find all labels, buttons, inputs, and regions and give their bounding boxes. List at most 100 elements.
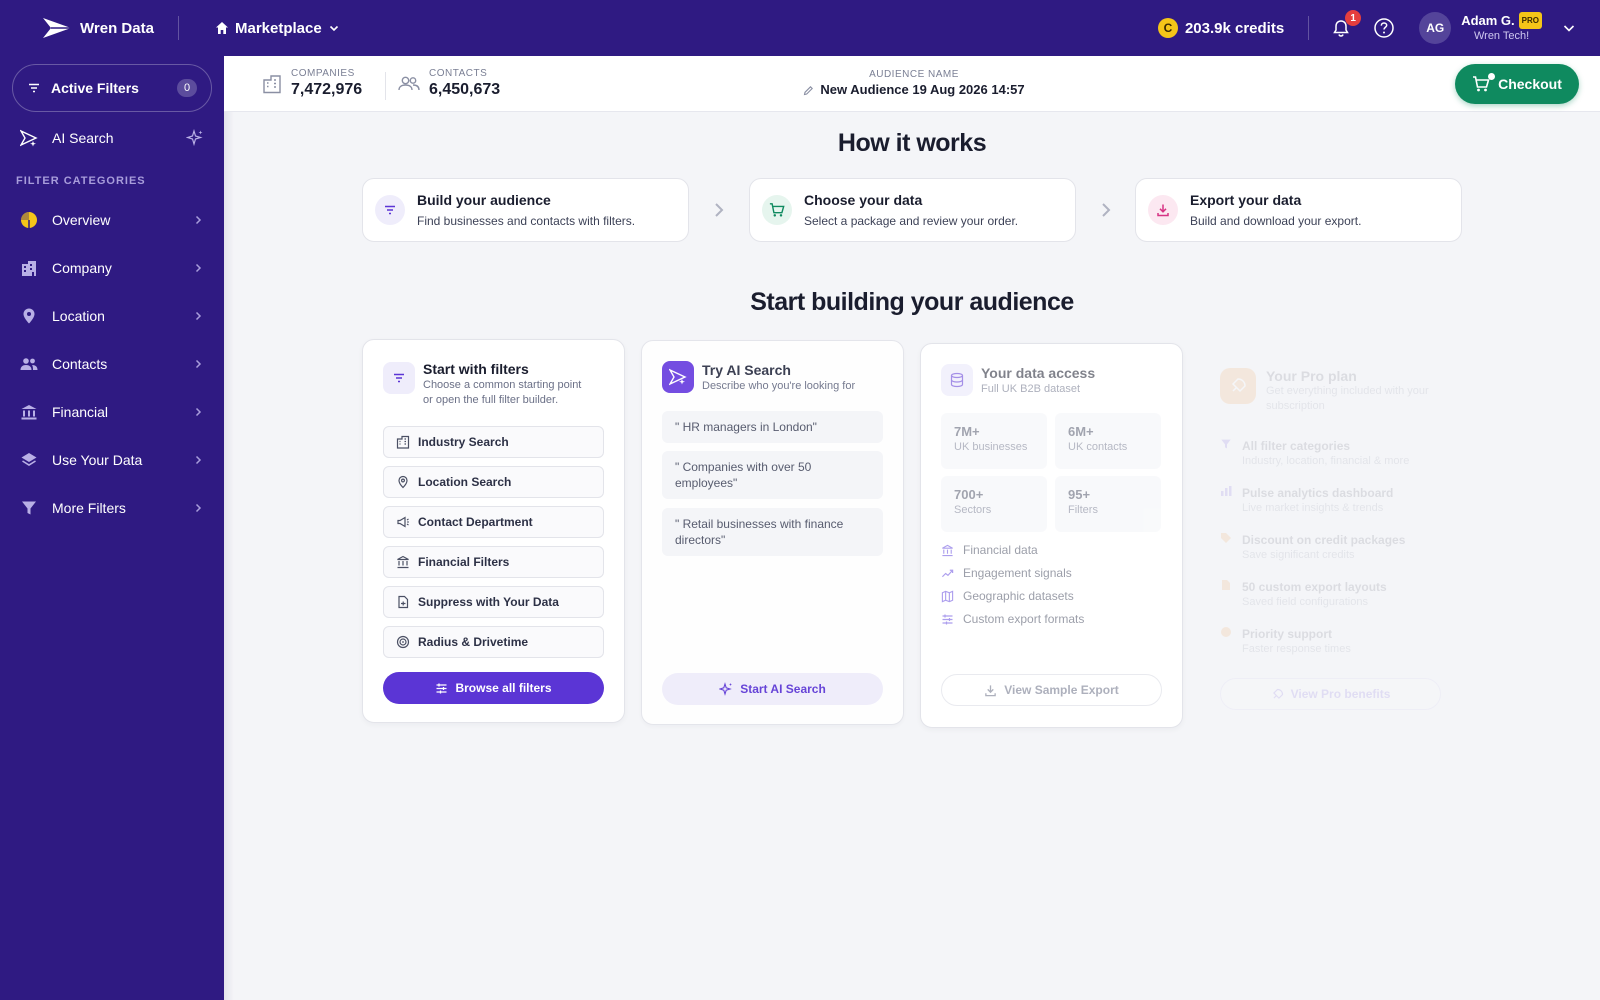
view-pro-benefits-label: View Pro benefits — [1290, 687, 1391, 701]
card-title: Your data access — [981, 365, 1096, 381]
bank-icon — [20, 403, 38, 421]
filter-lines-icon — [383, 362, 415, 394]
option-label: Financial Filters — [418, 555, 510, 569]
brand-name: Wren Data — [80, 19, 154, 37]
start-building-title: Start building your audience — [750, 288, 1074, 316]
tile-label: UK contacts — [1068, 441, 1128, 453]
active-filters-button[interactable]: Active Filters 0 — [12, 64, 212, 112]
card-subtitle: Full UK B2B dataset — [981, 383, 1081, 395]
browse-all-filters-label: Browse all filters — [455, 681, 552, 695]
divider — [178, 16, 179, 40]
start-ai-search-button[interactable]: Start AI Search — [662, 673, 883, 705]
sidebar-item-label: More Filters — [52, 500, 126, 516]
benefit-description: Live market insights & trends — [1242, 502, 1384, 514]
divider — [385, 72, 386, 100]
sidebar: Active Filters 0 AI Search FILTER CATEGO… — [0, 56, 224, 1000]
step-description: Find businesses and contacts with filter… — [417, 213, 636, 228]
benefit-description: Save significant credits — [1242, 549, 1355, 561]
credits-balance[interactable]: C 203.9k credits — [1157, 18, 1284, 38]
audience-header: COMPANIES 7,472,976 CONTACTS 6,450,673 A… — [224, 56, 1600, 112]
headset-icon — [1220, 626, 1232, 657]
browse-all-filters-button[interactable]: Browse all filters — [383, 672, 604, 704]
contacts-count: 6,450,673 — [429, 81, 501, 98]
file-icon — [1220, 579, 1232, 610]
stat-tile: 95+ Filters — [1055, 476, 1161, 532]
tag-icon — [1220, 532, 1232, 563]
industry-search-option[interactable]: Industry Search — [383, 426, 604, 458]
checkout-label: Checkout — [1498, 76, 1562, 92]
step-description: Build and download your export. — [1190, 213, 1362, 228]
sidebar-item-location[interactable]: Location — [0, 292, 224, 340]
filter-lines-icon — [375, 195, 405, 225]
pro-badge: PRO — [1518, 12, 1542, 29]
download-icon — [1148, 195, 1178, 225]
benefit-title: Discount on credit packages — [1242, 533, 1406, 547]
chevron-right-icon — [192, 358, 204, 370]
sidebar-item-overview[interactable]: Overview — [0, 196, 224, 244]
chevron-right-icon — [1098, 201, 1114, 219]
map-pin-icon — [20, 307, 38, 325]
view-sample-export-label: View Sample Export — [1004, 683, 1119, 697]
chevron-right-icon — [192, 454, 204, 466]
layers-icon — [20, 451, 38, 469]
benefit-title: 50 custom export layouts — [1242, 580, 1387, 594]
contact-department-option[interactable]: Contact Department — [383, 506, 604, 538]
option-label: Industry Search — [418, 435, 509, 449]
divider — [1308, 16, 1310, 40]
pro-benefit: Priority support Faster response times — [1220, 626, 1351, 657]
feature-label: Geographic datasets — [963, 589, 1074, 603]
people-icon — [20, 355, 38, 373]
sparkle-icon — [719, 682, 733, 696]
notifications-button[interactable]: 1 — [1331, 10, 1362, 38]
view-pro-benefits-button[interactable]: View Pro benefits — [1220, 678, 1441, 710]
megaphone-icon — [396, 515, 418, 529]
financial-filters-option[interactable]: Financial Filters — [383, 546, 604, 578]
suppress-with-your-data-option[interactable]: Suppress with Your Data — [383, 586, 604, 618]
audience-name-label: AUDIENCE NAME — [869, 69, 959, 80]
sidebar-item-contacts[interactable]: Contacts — [0, 340, 224, 388]
map-icon — [941, 590, 954, 603]
pro-benefit: All filter categories Industry, location,… — [1220, 438, 1409, 469]
active-filters-label: Active Filters — [51, 80, 139, 96]
radius-drivetime-option[interactable]: Radius & Drivetime — [383, 626, 604, 658]
marketplace-menu[interactable]: Marketplace — [215, 20, 340, 37]
help-button[interactable] — [1373, 17, 1395, 39]
location-search-option[interactable]: Location Search — [383, 466, 604, 498]
coin-icon: C — [1157, 18, 1178, 38]
card-title: Start with filters — [423, 361, 529, 377]
pencil-icon — [803, 85, 814, 96]
map-pin-icon — [396, 475, 418, 489]
ai-prompt-suggestion[interactable]: " HR managers in London" — [662, 411, 883, 443]
checkout-button[interactable]: Checkout — [1455, 64, 1579, 104]
option-label: Contact Department — [418, 515, 533, 529]
pro-benefit: Pulse analytics dashboard Live market ins… — [1220, 485, 1393, 516]
stat-tile: 6M+ UK contacts — [1055, 413, 1161, 469]
database-icon — [941, 364, 973, 396]
sidebar-item-use-your-data[interactable]: Use Your Data — [0, 436, 224, 484]
stat-tile: 700+ Sectors — [941, 476, 1047, 532]
brand-logo[interactable]: Wren Data — [42, 16, 178, 40]
ai-prompt-suggestion[interactable]: " Retail businesses with finance directo… — [662, 508, 883, 556]
notification-count-badge: 1 — [1345, 10, 1362, 26]
funnel-icon — [20, 499, 38, 517]
chevron-down-icon — [328, 22, 340, 34]
sidebar-item-more-filters[interactable]: More Filters — [0, 484, 224, 532]
sidebar-item-label: Use Your Data — [52, 452, 143, 468]
option-label: Radius & Drivetime — [418, 635, 529, 649]
sidebar-item-ai-search[interactable]: AI Search — [0, 118, 224, 158]
home-icon — [215, 21, 229, 35]
stat-tile: 7M+ UK businesses — [941, 413, 1047, 469]
help-icon — [1373, 17, 1395, 39]
option-label: Suppress with Your Data — [418, 595, 559, 609]
chevron-right-icon — [711, 201, 727, 219]
card-subtitle: or open the full filter builder. — [423, 394, 559, 406]
rocket-icon — [1220, 368, 1256, 404]
sidebar-item-label: Contacts — [52, 356, 108, 372]
sidebar-item-financial[interactable]: Financial — [0, 388, 224, 436]
sidebar-item-label: Company — [52, 260, 112, 276]
sidebar-item-company[interactable]: Company — [0, 244, 224, 292]
audience-name[interactable]: AUDIENCE NAME New Audience 19 Aug 2026 1… — [784, 69, 1044, 99]
view-sample-export-button[interactable]: View Sample Export — [941, 674, 1162, 706]
user-menu[interactable]: AG Adam G. PRO Wren Tech! — [1419, 12, 1576, 44]
ai-prompt-suggestion[interactable]: " Companies with over 50 employees" — [662, 451, 883, 499]
